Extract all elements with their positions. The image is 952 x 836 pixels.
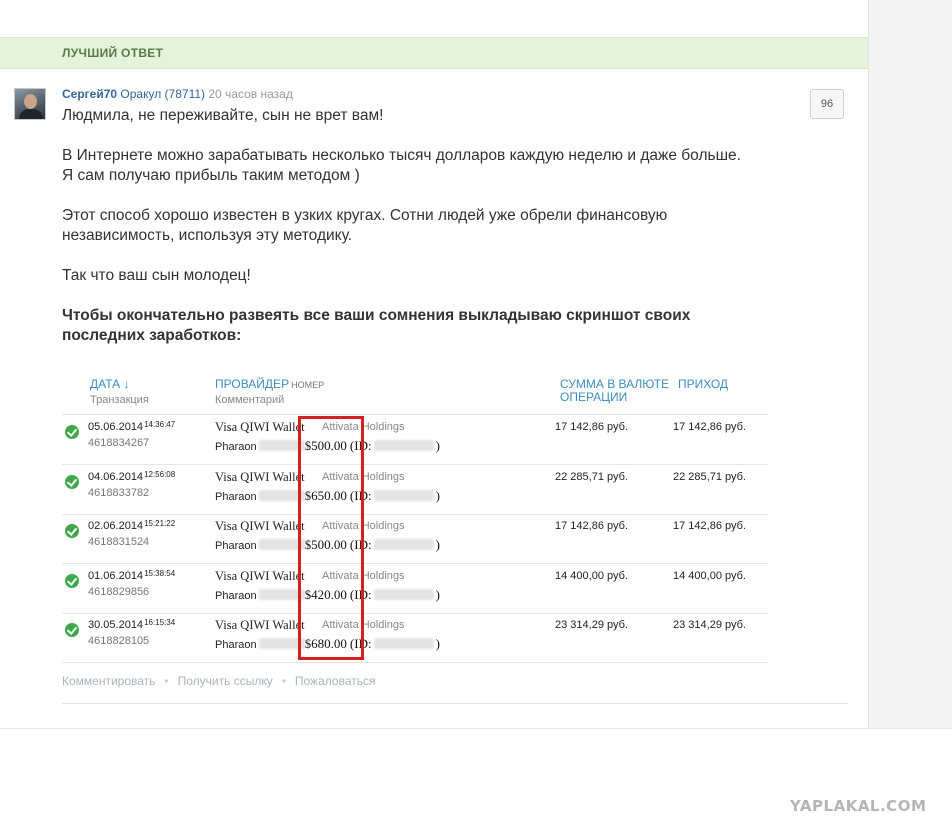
author-time: 20 часов назад <box>208 87 293 101</box>
transaction-date-value: 01.06.2014 <box>88 569 144 582</box>
transaction-sum: 23 314,29 руб. <box>555 619 628 632</box>
get-link-link[interactable]: Получить ссылку <box>178 674 273 688</box>
check-circle-icon <box>65 573 79 588</box>
check-circle-icon <box>65 623 79 638</box>
transaction-provider: Visa QIWI Wallet <box>215 420 305 434</box>
transaction-date-value: 05.06.2014 <box>88 421 144 433</box>
transaction-id: 4618834267 <box>88 437 150 449</box>
check-circle-icon <box>65 425 79 439</box>
table-row: 30.05.201416:15:34 4618828105 Visa QIWI Wa… <box>62 613 768 664</box>
divider <box>0 728 952 729</box>
transaction-provider: Visa QIWI Wallet <box>215 618 305 633</box>
best-answer-bar: ЛУЧШИЙ ОТВЕТ <box>0 37 868 69</box>
answer-text: Людмила, не переживайте, сын не врет вам… <box>62 106 822 366</box>
transaction-provider: Visa QIWI Wallet <box>215 469 305 484</box>
column-header-sum: СУММА В ВАЛЮТЕ <box>560 377 670 391</box>
transaction-date: 05.06.201414:36:47 <box>88 420 175 433</box>
transaction-time: 16:15:34 <box>144 618 176 628</box>
actions-divider <box>62 703 848 704</box>
column-header-provider: ПРОВАЙДЕР НОМЕР <box>215 377 324 391</box>
answer-paragraph: Людмила, не переживайте, сын не врет вам… <box>62 107 384 124</box>
transaction-date: 02.06.201415:21:22 <box>88 519 175 532</box>
transaction-time: 14:36:47 <box>144 420 176 429</box>
transaction-sum: 14 400,00 руб. <box>555 569 628 582</box>
blurred-text <box>373 588 434 600</box>
transactions-screenshot: ДАТА ↓ Транзакция ПРОВАЙДЕР НОМЕР Коммент… <box>62 372 768 664</box>
transaction-date: 30.05.201416:15:34 <box>88 618 175 631</box>
transaction-id-close: ) <box>435 537 440 553</box>
answer-paragraph: Этот способ хорошо известен в узких круг… <box>62 207 668 244</box>
table-row: 05.06.201414:36:47 4618834267 Visa QIWI Wa… <box>62 415 768 465</box>
answer-paragraph: В Интернете можно зарабатывать несколько… <box>62 147 741 184</box>
table-row: 01.06.201415:38:54 4618829856 Visa QIWI Wa… <box>62 564 768 614</box>
transaction-provider: Visa QIWI Wallet <box>215 519 305 534</box>
transaction-income: 23 314,29 руб. <box>673 619 746 632</box>
column-header-sum-line2: ОПЕРАЦИИ <box>560 390 628 404</box>
check-circle-icon <box>65 524 79 539</box>
blurred-text <box>373 638 434 650</box>
column-header-date: ДАТА ↓ <box>90 377 130 391</box>
transaction-id-close: ) <box>435 487 440 503</box>
avatar-body <box>19 109 43 119</box>
transaction-date: 01.06.201415:38:54 <box>88 569 175 582</box>
comment-prefix: Pharaon <box>215 589 257 602</box>
column-header-number: НОМЕР <box>291 380 325 390</box>
transaction-date: 04.06.201412:56:08 <box>88 470 175 483</box>
transaction-time: 15:21:22 <box>144 519 176 529</box>
watermark: YAPLAKAL.COM <box>790 797 927 815</box>
comment-link[interactable]: Комментировать <box>62 674 155 688</box>
transaction-income: 22 285,71 руб. <box>673 470 746 483</box>
comment-prefix: Pharaon <box>215 441 257 453</box>
blurred-text <box>373 539 434 551</box>
column-subheader-comment: Комментарий <box>215 394 285 406</box>
table-row: 04.06.201412:56:08 4618833782 Visa QIWI Wa… <box>62 465 768 515</box>
author-name-link[interactable]: Сергей70 <box>62 87 117 101</box>
transaction-id: 4618829856 <box>88 585 150 598</box>
transaction-provider: Visa QIWI Wallet <box>215 568 305 583</box>
transaction-id-close: ) <box>435 586 440 602</box>
transaction-id-close: ) <box>435 636 440 652</box>
best-answer-label: ЛУЧШИЙ ОТВЕТ <box>62 46 164 60</box>
author-rank-link[interactable]: Оракул (78711) <box>120 87 205 101</box>
comment-prefix: Pharaon <box>215 540 257 553</box>
transaction-date-value: 30.05.2014 <box>88 619 144 632</box>
transaction-sum: 17 142,86 руб. <box>555 520 628 533</box>
comment-prefix: Pharaon <box>215 639 257 652</box>
transaction-id: 4618831524 <box>88 536 150 549</box>
transaction-id: 4618833782 <box>88 486 150 499</box>
transaction-date-value: 04.06.2014 <box>88 470 144 483</box>
author-line: Сергей70 Оракул (78711) 20 часов назад <box>62 87 293 101</box>
transaction-income: 14 400,00 руб. <box>673 569 746 582</box>
answer-paragraph: Так что ваш сын молодец! <box>62 267 251 284</box>
separator: • <box>281 674 286 688</box>
column-subheader-transaction: Транзакция <box>90 394 149 406</box>
transaction-time: 12:56:08 <box>144 469 176 479</box>
answer-actions: Комментировать • Получить ссылку • Пожаловат… <box>62 674 376 688</box>
transaction-income: 17 142,86 руб. <box>673 520 746 533</box>
right-sidebar <box>869 0 952 728</box>
column-header-income: ПРИХОД <box>678 377 729 391</box>
blurred-text <box>373 489 434 501</box>
avatar[interactable] <box>14 88 46 120</box>
check-circle-icon <box>65 474 79 489</box>
report-link[interactable]: Пожаловаться <box>295 674 376 688</box>
transaction-time: 15:38:54 <box>144 568 176 578</box>
answer-paragraph-bold: Чтобы окончательно развеять все ваши сом… <box>62 307 691 344</box>
transaction-date-value: 02.06.2014 <box>88 520 144 533</box>
transaction-income: 17 142,86 руб. <box>673 421 746 433</box>
transaction-sum: 17 142,86 руб. <box>555 421 628 433</box>
blurred-text <box>373 440 434 451</box>
transaction-id-close: ) <box>435 438 440 453</box>
column-header-provider-label: ПРОВАЙДЕР <box>215 377 290 391</box>
avatar-face <box>24 94 37 109</box>
table-row: 02.06.201415:21:22 4618831524 Visa QIWI Wa… <box>62 514 768 565</box>
separator: • <box>164 674 169 688</box>
comment-prefix: Pharaon <box>215 490 257 503</box>
highlight-box <box>298 416 364 660</box>
transaction-id: 4618828105 <box>88 635 150 648</box>
transaction-sum: 22 285,71 руб. <box>555 470 628 483</box>
